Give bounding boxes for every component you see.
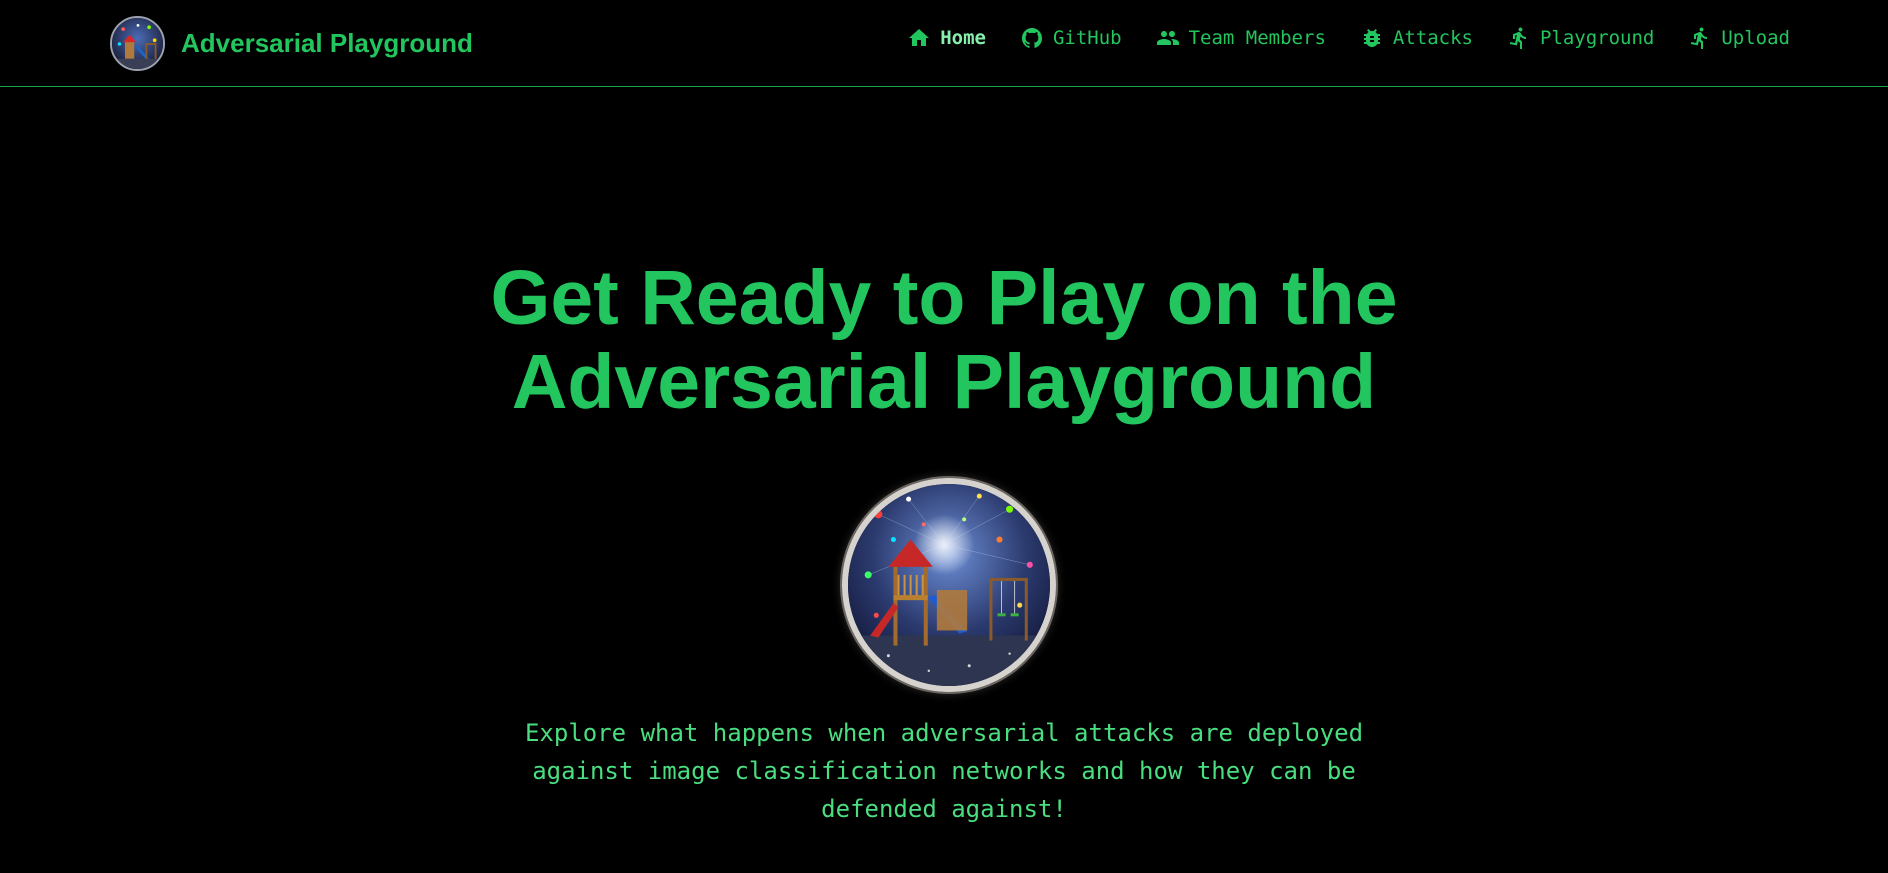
hero-title-line1: Get Ready to Play on the xyxy=(490,255,1398,341)
hero-title-line2: Adversarial Playground xyxy=(511,339,1377,425)
nav-attacks[interactable]: Attacks xyxy=(1360,26,1473,50)
github-icon xyxy=(1020,26,1044,50)
nav-attacks-label: Attacks xyxy=(1392,27,1473,49)
home-icon xyxy=(907,26,931,50)
nav-upload-label: Upload xyxy=(1721,27,1790,49)
playground-illustration xyxy=(842,478,1056,692)
nav-github[interactable]: GitHub xyxy=(1020,26,1122,50)
top-navbar: Adversarial Playground Home GitHub Team … xyxy=(0,0,1888,87)
hero-description: Explore what happens when adversarial at… xyxy=(524,719,1364,823)
nav-team-members[interactable]: Team Members xyxy=(1156,26,1326,50)
running-person-icon xyxy=(1688,26,1712,50)
bug-icon xyxy=(1360,26,1384,50)
brand-title: Adversarial Playground xyxy=(181,28,473,58)
nav-upload[interactable]: Upload xyxy=(1688,26,1790,50)
running-person-icon xyxy=(1507,26,1531,50)
nav-playground-label: Playground xyxy=(1539,27,1655,49)
nav-home[interactable]: Home xyxy=(907,26,986,50)
nav-github-label: GitHub xyxy=(1052,27,1122,49)
nav-links: Home GitHub Team Members Attacks Playgro… xyxy=(907,26,1790,50)
brand-link[interactable]: Adversarial Playground xyxy=(110,16,473,71)
nav-home-label: Home xyxy=(940,27,986,49)
brand-logo xyxy=(110,16,165,71)
users-icon xyxy=(1156,26,1180,50)
hero-title: Get Ready to Play on the Adversarial Pla… xyxy=(0,256,1888,424)
nav-team-members-label: Team Members xyxy=(1188,27,1326,49)
nav-playground[interactable]: Playground xyxy=(1507,26,1654,50)
